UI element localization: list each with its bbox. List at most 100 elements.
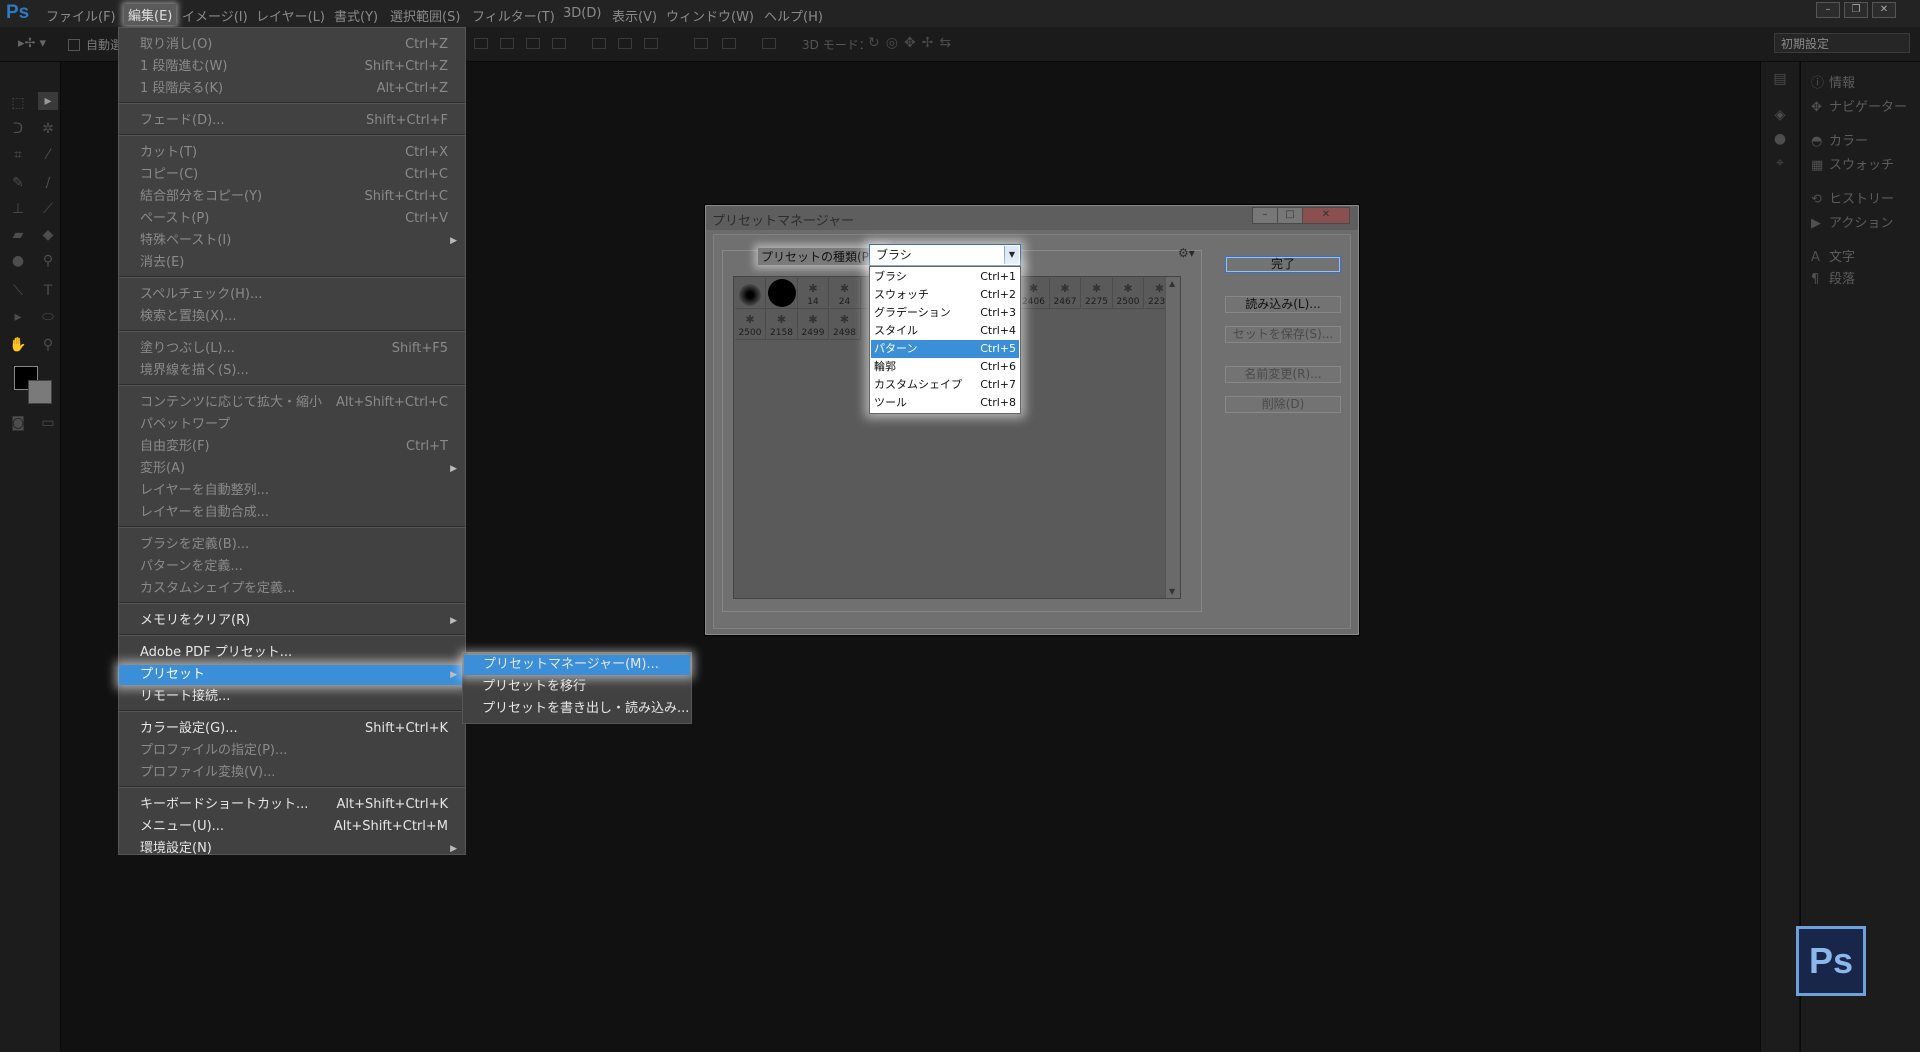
save-set-button[interactable]: セットを保存(S)... [1225, 326, 1341, 343]
edit-menu-item[interactable]: プリセット ▶ [119, 665, 465, 685]
preset-type-option[interactable]: ブラシ Ctrl+1 [871, 268, 1019, 286]
align-left-icon[interactable] [552, 38, 566, 49]
menu-item-3[interactable]: レイヤー(L) [256, 6, 325, 25]
restore-button[interactable]: ❐ [1844, 2, 1868, 18]
3d-mode-icons[interactable]: ↻◎✥✢⇆ [868, 35, 957, 51]
align-middle-icon[interactable] [500, 38, 514, 49]
scroll-up-icon[interactable]: ▲ [1169, 279, 1175, 288]
move-tool-icon[interactable]: ▸ [38, 92, 58, 110]
blur-tool-icon[interactable]: ● [8, 252, 28, 270]
menu-item-6[interactable]: フィルター(T) [472, 6, 555, 25]
quick-mask-icon[interactable]: ◙ [8, 414, 28, 432]
path-select-icon[interactable]: ▸ [8, 308, 28, 326]
history-brush-icon[interactable]: ⟋ [38, 200, 58, 218]
distribute-left-icon[interactable] [694, 38, 708, 49]
dialog-minimize-button[interactable]: – [1252, 207, 1278, 224]
align-bottom-icon[interactable] [526, 38, 540, 49]
chevron-down-icon[interactable]: ▼ [1004, 246, 1019, 264]
preset-submenu-item[interactable]: プリセットマネージャー(M)... [464, 655, 690, 675]
preset-submenu-item[interactable]: プリセットを移行 [463, 677, 691, 697]
magic-wand-icon[interactable]: ✲ [38, 120, 58, 138]
type-tool-icon[interactable]: T [38, 282, 58, 300]
lasso-tool-icon[interactable]: ᑐ [8, 120, 28, 138]
move-tool-icon[interactable]: ▸✢ ▾ [18, 36, 46, 51]
brush-thumbnail[interactable]: ✱ 2500 [1113, 278, 1144, 309]
edit-menu-item[interactable]: キーボードショートカット... Alt+Shift+Ctrl+K [119, 795, 465, 815]
edit-menu-item[interactable]: メニュー(U)... Alt+Shift+Ctrl+M [119, 817, 465, 837]
brush-thumbnail[interactable]: ✱ 2158 [766, 309, 798, 340]
paint-bucket-icon[interactable]: ◆ [38, 226, 58, 244]
grid-scrollbar[interactable]: ▲ ▼ [1165, 277, 1180, 598]
done-button[interactable]: 完了 [1225, 256, 1341, 273]
align-top-icon[interactable] [474, 38, 488, 49]
menu-edit[interactable]: 編集(E) [124, 4, 177, 25]
brush-tool-icon[interactable]: ∕ [38, 174, 58, 192]
preset-type-select[interactable]: ブラシ ▼ [869, 244, 1021, 266]
panel-history[interactable]: ⟲ ヒストリー [1811, 188, 1894, 207]
properties-panel-icon[interactable]: ▤ [1770, 70, 1790, 88]
gear-icon[interactable]: ⚙▾ [1178, 246, 1195, 260]
paths-panel-icon[interactable]: ⌖ [1770, 154, 1790, 172]
zoom-tool-icon[interactable]: ⚲ [38, 336, 58, 354]
minimize-button[interactable]: – [1816, 2, 1840, 18]
brush-thumbnail[interactable]: ✱ 2499 [798, 309, 829, 340]
panel-info[interactable]: ⓘ 情報 [1811, 72, 1855, 91]
brush-thumbnail[interactable]: ✱ 2467 [1050, 278, 1081, 309]
marquee-tool-icon[interactable]: ⬚ [8, 94, 28, 112]
edit-menu-item[interactable]: Adobe PDF プリセット... [119, 643, 465, 663]
menu-item-9[interactable]: ウィンドウ(W) [666, 6, 754, 25]
preset-type-option[interactable]: スウォッチ Ctrl+2 [871, 286, 1019, 304]
brush-thumbnail[interactable]: ✱ 2406 [1018, 278, 1050, 309]
healing-brush-icon[interactable]: ✎ [8, 174, 28, 192]
brush-thumbnail[interactable]: ✱ 2498 [829, 309, 861, 340]
auto-select-checkbox[interactable] [68, 39, 80, 51]
delete-button[interactable]: 削除(D) [1225, 396, 1341, 413]
screen-mode-icon[interactable]: ▭ [38, 414, 58, 432]
panel-paragraph[interactable]: ¶ 段落 [1811, 268, 1855, 287]
edit-menu-item[interactable]: カラー設定(G)... Shift+Ctrl+K [119, 719, 465, 739]
pen-tool-icon[interactable]: ⟍ [8, 282, 28, 300]
brush-thumbnail[interactable]: ✱ 2275 [1081, 278, 1113, 309]
load-button[interactable]: 読み込み(L)... [1225, 296, 1341, 313]
menu-item-7[interactable]: 3D(D) [563, 6, 601, 21]
rename-button[interactable]: 名前変更(R)... [1225, 366, 1341, 383]
eyedropper-icon[interactable]: ⁄ [38, 146, 58, 164]
distribute-right-icon[interactable] [722, 38, 736, 49]
menu-item-2[interactable]: イメージ(I) [182, 6, 248, 25]
stamp-tool-icon[interactable]: ⊥ [8, 200, 28, 218]
panel-swatches[interactable]: ▦ スウォッチ [1811, 154, 1894, 173]
dialog-close-button[interactable]: ✕ [1302, 207, 1350, 224]
brush-thumbnail[interactable]: ✱ 24 [829, 278, 861, 309]
brush-thumbnail[interactable] [766, 278, 798, 309]
menu-item-4[interactable]: 書式(Y) [334, 6, 378, 25]
preset-type-option[interactable]: 輪郭 Ctrl+6 [871, 358, 1019, 376]
dodge-tool-icon[interactable]: ⚲ [38, 252, 58, 270]
panel-navigator[interactable]: ✥ ナビゲーター [1811, 96, 1907, 115]
edit-menu-item[interactable]: 環境設定(N) ▶ [119, 839, 465, 859]
preset-type-option[interactable]: ツール Ctrl+8 [871, 394, 1019, 412]
edit-menu-item[interactable]: リモート接続... [119, 687, 465, 707]
menu-item-5[interactable]: 選択範囲(S) [390, 6, 460, 25]
close-button[interactable]: ✕ [1872, 2, 1896, 18]
menu-item-8[interactable]: 表示(V) [612, 6, 657, 25]
brush-thumbnail[interactable] [735, 278, 766, 309]
preset-type-option[interactable]: パターン Ctrl+5 [871, 340, 1019, 358]
brush-thumbnail[interactable]: ✱ 2500 [735, 309, 766, 340]
ellipse-tool-icon[interactable]: ⬭ [38, 308, 58, 326]
eraser-tool-icon[interactable]: ▰ [8, 226, 28, 244]
background-color-swatch[interactable] [28, 380, 52, 404]
menu-item-0[interactable]: ファイル(F) [46, 6, 116, 25]
preset-type-option[interactable]: カスタムシェイプ Ctrl+7 [871, 376, 1019, 394]
distribute-bottom-icon[interactable] [644, 38, 658, 49]
workspace-dropdown[interactable]: 初期設定 [1774, 33, 1910, 53]
panel-color[interactable]: ◓ カラー [1811, 130, 1868, 149]
scroll-down-icon[interactable]: ▼ [1169, 587, 1175, 596]
edit-menu-item[interactable]: メモリをクリア(R) ▶ [119, 611, 465, 631]
auto-align-icon[interactable] [762, 38, 776, 49]
distribute-middle-icon[interactable] [618, 38, 632, 49]
panel-actions[interactable]: ▶ アクション [1811, 212, 1893, 231]
preset-submenu-item[interactable]: プリセットを書き出し・読み込み... [463, 699, 691, 719]
crop-tool-icon[interactable]: ⌗ [8, 146, 28, 164]
panel-character[interactable]: A 文字 [1811, 246, 1855, 265]
channels-panel-icon[interactable]: ● [1770, 130, 1790, 148]
